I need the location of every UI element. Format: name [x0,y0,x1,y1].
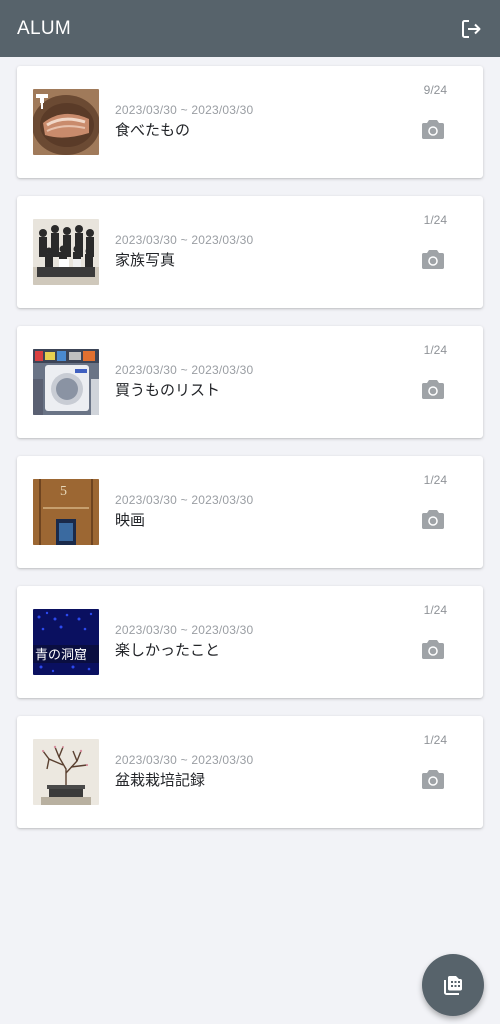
add-album-button[interactable] [422,954,484,1016]
theater-photo: 5 [33,479,99,545]
album-title: 食べたもの [115,121,191,139]
album-thumbnail: 5 [33,479,99,545]
album-card[interactable]: 青の洞窟 2023/03/30 ~ 2023/03/30 楽しかったこと 1/2… [17,586,483,698]
appliance-photo [33,349,99,415]
camera-icon [422,639,444,659]
album-thumbnail [33,219,99,285]
camera-button[interactable] [421,508,445,530]
camera-button[interactable] [421,638,445,660]
bonsai-photo [33,739,99,805]
photo-count: 1/24 [423,603,447,617]
album-card[interactable]: 5 2023/03/30 ~ 2023/03/30 映画 1/24 [17,456,483,568]
app-title: ALUM [17,17,71,39]
album-thumbnail [33,349,99,415]
album-title: 映画 [115,511,146,529]
album-title: 盆栽栽培記録 [115,771,206,789]
app-bar: ALUM [0,0,500,57]
logout-icon [462,19,481,38]
album-dates: 2023/03/30 ~ 2023/03/30 [115,103,254,117]
camera-button[interactable] [421,378,445,400]
album-thumbnail: 青の洞窟 [33,609,99,675]
camera-button[interactable] [421,248,445,270]
camera-icon [422,769,444,789]
album-title: 家族写真 [115,251,176,269]
album-dates: 2023/03/30 ~ 2023/03/30 [115,493,254,507]
add-album-icon [444,976,462,995]
theater-number: 5 [60,484,67,499]
album-dates: 2023/03/30 ~ 2023/03/30 [115,753,254,767]
album-dates: 2023/03/30 ~ 2023/03/30 [115,233,254,247]
camera-button[interactable] [421,768,445,790]
camera-icon [422,249,444,269]
camera-icon [422,379,444,399]
album-dates: 2023/03/30 ~ 2023/03/30 [115,623,254,637]
photo-count: 1/24 [423,473,447,487]
photo-count: 1/24 [423,733,447,747]
cave-sign-text: 青の洞窟 [35,647,87,663]
album-title: 買うものリスト [115,381,221,399]
food-photo [33,89,99,155]
album-dates: 2023/03/30 ~ 2023/03/30 [115,363,254,377]
album-card[interactable]: 2023/03/30 ~ 2023/03/30 買うものリスト 1/24 [17,326,483,438]
camera-icon [422,509,444,529]
camera-button[interactable] [421,118,445,140]
album-list: 2023/03/30 ~ 2023/03/30 食べたもの 9/24 2023/… [17,66,483,846]
family-photo [33,219,99,285]
camera-icon [422,119,444,139]
photo-count: 1/24 [423,343,447,357]
cave-photo: 青の洞窟 [33,609,99,675]
album-title: 楽しかったこと [115,641,221,659]
album-card[interactable]: 2023/03/30 ~ 2023/03/30 家族写真 1/24 [17,196,483,308]
album-card[interactable]: 2023/03/30 ~ 2023/03/30 盆栽栽培記録 1/24 [17,716,483,828]
album-thumbnail [33,89,99,155]
photo-count: 9/24 [423,83,447,97]
album-thumbnail [33,739,99,805]
album-card[interactable]: 2023/03/30 ~ 2023/03/30 食べたもの 9/24 [17,66,483,178]
logout-button[interactable] [456,14,486,44]
photo-count: 1/24 [423,213,447,227]
